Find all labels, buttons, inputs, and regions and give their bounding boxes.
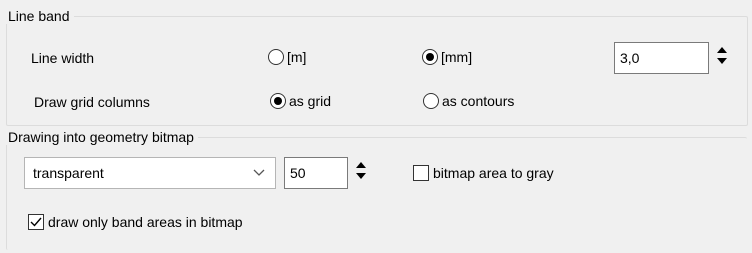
band-only-checkbox[interactable]: draw only band areas in bitmap bbox=[28, 214, 243, 230]
down-arrow-icon[interactable] bbox=[717, 58, 727, 64]
radio-dot bbox=[426, 53, 434, 61]
line-width-label: Line width bbox=[31, 50, 95, 66]
line-width-spinner[interactable] bbox=[716, 47, 728, 64]
up-arrow-icon[interactable] bbox=[717, 47, 727, 53]
bitmap-mode-select[interactable]: transparent bbox=[24, 157, 276, 189]
unit-m-label: [m] bbox=[287, 49, 307, 65]
radio-circle bbox=[268, 49, 284, 65]
geometry-bitmap-group bbox=[6, 137, 747, 250]
radio-circle-selected bbox=[270, 93, 286, 109]
band-only-label: draw only band areas in bitmap bbox=[48, 214, 243, 230]
as-grid-label: as grid bbox=[289, 93, 332, 109]
line-width-input[interactable]: 3,0 bbox=[614, 42, 709, 74]
checkbox-box bbox=[28, 214, 44, 230]
unit-mm-label: [mm] bbox=[441, 49, 473, 65]
checkbox-box bbox=[413, 165, 429, 181]
unit-mm-radio[interactable]: [mm] bbox=[422, 49, 472, 65]
chevron-down-icon bbox=[253, 169, 265, 176]
grid-columns-label: Draw grid columns bbox=[34, 94, 150, 110]
radio-circle bbox=[423, 93, 439, 109]
geometry-bitmap-legend: Drawing into geometry bitmap bbox=[6, 129, 198, 145]
radio-circle-selected bbox=[422, 49, 438, 65]
as-contours-label: as contours bbox=[442, 93, 515, 109]
as-grid-radio[interactable]: as grid bbox=[270, 93, 331, 109]
radio-dot bbox=[274, 97, 282, 105]
line-band-legend: Line band bbox=[6, 8, 74, 24]
as-contours-radio[interactable]: as contours bbox=[423, 93, 514, 109]
up-arrow-icon[interactable] bbox=[356, 162, 366, 168]
transparency-spinner[interactable] bbox=[355, 162, 367, 179]
bitmap-mode-value: transparent bbox=[33, 165, 104, 181]
bitmap-gray-label: bitmap area to gray bbox=[433, 165, 554, 181]
down-arrow-icon[interactable] bbox=[356, 173, 366, 179]
bitmap-gray-checkbox[interactable]: bitmap area to gray bbox=[413, 165, 554, 181]
checkmark-icon bbox=[30, 217, 42, 227]
transparency-input[interactable]: 50 bbox=[284, 157, 348, 189]
unit-m-radio[interactable]: [m] bbox=[268, 49, 306, 65]
